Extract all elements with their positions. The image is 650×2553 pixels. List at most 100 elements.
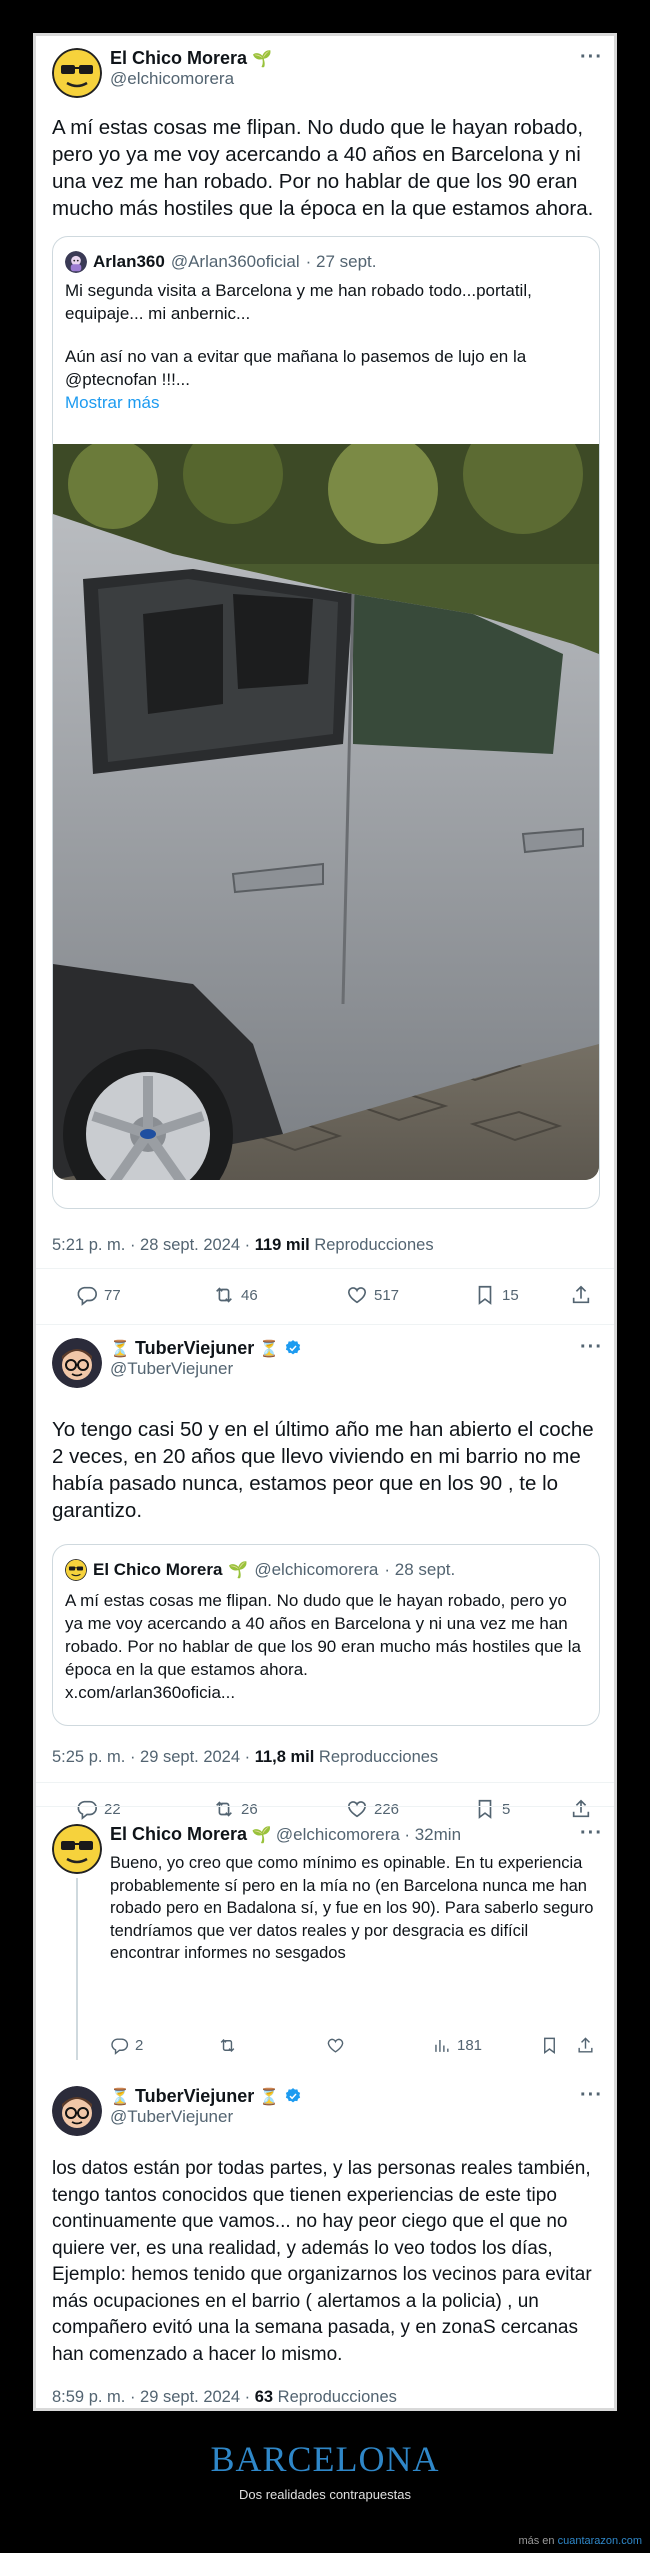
more-options-icon[interactable]: ··· [580, 1336, 603, 1359]
site-credit[interactable]: más en cuantarazon.com [518, 2535, 642, 2547]
quoted-tweet[interactable]: Arlan360 @Arlan360oficial · 27 sept. Mi … [52, 236, 600, 1209]
share-icon [570, 1284, 592, 1306]
sunglasses-face-icon [52, 1824, 102, 1874]
reply-button[interactable]: 2 [110, 2036, 143, 2055]
tweet-2[interactable]: ⏳ TuberViejuner ⏳ @TuberViejuner ··· Yo … [36, 1326, 614, 1826]
retweet-count: 46 [241, 1286, 258, 1304]
like-button[interactable] [326, 2036, 345, 2055]
avatar[interactable] [52, 1824, 102, 1874]
quote-url: x.com/arlan360oficia... [65, 1683, 236, 1702]
credit-prefix: más en [518, 2535, 558, 2547]
verified-badge-icon [284, 2087, 302, 2105]
post-subtitle: Dos realidades contrapuestas [239, 2487, 411, 2502]
author-handle[interactable]: @TuberViejuner [110, 2107, 302, 2127]
timestamp[interactable]: 5:25 p. m. · 29 sept. 2024 · [52, 1748, 255, 1766]
author-name[interactable]: El Chico Morera [110, 48, 247, 68]
author-block: ⏳ TuberViejuner ⏳ @TuberViejuner [110, 2086, 302, 2127]
tweet-text: los datos están por todas partes, y las … [52, 2158, 592, 2365]
retweet-button[interactable] [218, 2036, 237, 2055]
nerd-avatar-icon [52, 1338, 102, 1388]
tweet-meta: 8:59 p. m. · 29 sept. 2024 · 63 Reproduc… [52, 2388, 397, 2407]
sprout-icon: 🌱 [252, 51, 272, 68]
view-count: 63 [254, 2388, 274, 2406]
views-button[interactable]: 181 [432, 2036, 482, 2055]
quote-header: El Chico Morera 🌱 @elchicomorera · 28 se… [65, 1559, 455, 1581]
hourglass-icon: ⏳ [110, 2089, 130, 2106]
retweet-button[interactable]: 46 [213, 1284, 258, 1306]
nerd-avatar-icon [52, 2086, 102, 2136]
more-options-icon[interactable]: ··· [580, 46, 603, 69]
more-options-icon[interactable]: ··· [580, 2084, 603, 2107]
divider [36, 1268, 614, 1269]
hourglass-icon: ⏳ [259, 1341, 280, 1358]
quote-avatar [65, 1559, 87, 1581]
sunglasses-face-icon [52, 48, 102, 98]
quote-header: Arlan360 @Arlan360oficial · 27 sept. [65, 251, 376, 273]
hourglass-icon: ⏳ [110, 1341, 130, 1358]
hourglass-icon: ⏳ [259, 2089, 280, 2106]
author-name-row[interactable]: ⏳ TuberViejuner ⏳ [110, 1338, 302, 1359]
reply-text: Bueno, yo creo que como mínimo es opinab… [110, 1854, 594, 1962]
view-count: 119 mil [254, 1236, 310, 1254]
site-link[interactable]: cuantarazon.com [558, 2535, 642, 2547]
quote-text-1: Mi segunda visita a Barcelona y me han r… [65, 281, 532, 323]
views-label: Reproducciones [314, 1748, 439, 1766]
avatar[interactable] [52, 2086, 102, 2136]
author-name[interactable]: TuberViejuner [135, 2086, 254, 2106]
attached-photo[interactable] [53, 444, 599, 1180]
bookmark-button[interactable]: 15 [474, 1284, 519, 1306]
tweet-separator [36, 1806, 614, 1807]
show-more-link[interactable]: Mostrar más [65, 391, 159, 414]
author-handle[interactable]: @elchicomorera [276, 1825, 400, 1844]
author-block: El Chico Morera 🌱 @elchicomorera [110, 48, 272, 89]
author-handle[interactable]: @elchicomorera [110, 69, 272, 89]
share-button[interactable] [570, 1284, 592, 1306]
views-count: 181 [457, 2037, 483, 2054]
thread-connector [76, 1878, 78, 2060]
author-handle[interactable]: @TuberViejuner [110, 1359, 302, 1379]
screenshot-frame: El Chico Morera 🌱 @elchicomorera ··· A m… [33, 33, 617, 2411]
quoted-tweet[interactable]: El Chico Morera 🌱 @elchicomorera · 28 se… [52, 1544, 600, 1726]
bookmark-button[interactable] [540, 2036, 559, 2055]
reply-button[interactable]: 77 [76, 1284, 121, 1306]
reply-count: 77 [104, 1286, 121, 1304]
sprout-icon: 🌱 [251, 1827, 272, 1844]
quote-avatar [65, 251, 87, 273]
reply-tweet[interactable]: El Chico Morera 🌱 @elchicomorera · 32min… [36, 1808, 614, 2068]
author-name[interactable]: TuberViejuner [135, 1338, 254, 1358]
share-button[interactable] [576, 2036, 595, 2055]
tweet-text: Yo tengo casi 50 y en el último año me h… [52, 1418, 594, 1522]
avatar[interactable] [52, 48, 102, 98]
bookmark-count: 15 [502, 1286, 519, 1304]
quote-date: · 27 sept. [305, 252, 377, 271]
tweet-1[interactable]: El Chico Morera 🌱 @elchicomorera ··· A m… [36, 36, 614, 1326]
quote-author-name: El Chico Morera [93, 1560, 223, 1579]
like-count: 517 [374, 1286, 400, 1304]
verified-badge-icon [284, 1339, 302, 1357]
sunglasses-face-icon [65, 1559, 87, 1581]
tweet-text: A mí estas cosas me flipan. No dudo que … [52, 116, 594, 220]
timestamp[interactable]: 5:21 p. m. · 28 sept. 2024 · [52, 1236, 255, 1254]
tweet-separator [36, 1324, 614, 1325]
views-label: Reproducciones [273, 2388, 397, 2406]
bookmark-icon [474, 1284, 496, 1306]
views-label: Reproducciones [309, 1236, 434, 1254]
heart-icon [346, 1284, 368, 1306]
author-name-row[interactable]: ⏳ TuberViejuner ⏳ [110, 2086, 302, 2107]
avatar[interactable] [52, 1338, 102, 1388]
reply-count: 2 [135, 2037, 144, 2054]
author-name-row[interactable]: El Chico Morera 🌱 [110, 48, 272, 69]
timestamp[interactable]: 8:59 p. m. · 29 sept. 2024 · [52, 2388, 255, 2406]
more-options-icon[interactable]: ··· [580, 1822, 603, 1845]
author-name[interactable]: El Chico Morera [110, 1824, 247, 1844]
tweet-meta: 5:25 p. m. · 29 sept. 2024 · 11,8 mil Re… [52, 1748, 438, 1767]
like-button[interactable]: 517 [346, 1284, 399, 1306]
sprout-icon: 🌱 [228, 1562, 249, 1579]
share-icon [576, 2036, 595, 2055]
heart-icon [326, 2036, 345, 2055]
tweet-3[interactable]: ⏳ TuberViejuner ⏳ @TuberViejuner ··· los… [36, 2056, 614, 2408]
quote-author-name: Arlan360 [93, 252, 165, 271]
bookmark-icon [540, 2036, 559, 2055]
reply-icon [110, 2036, 129, 2055]
divider [36, 1782, 614, 1783]
